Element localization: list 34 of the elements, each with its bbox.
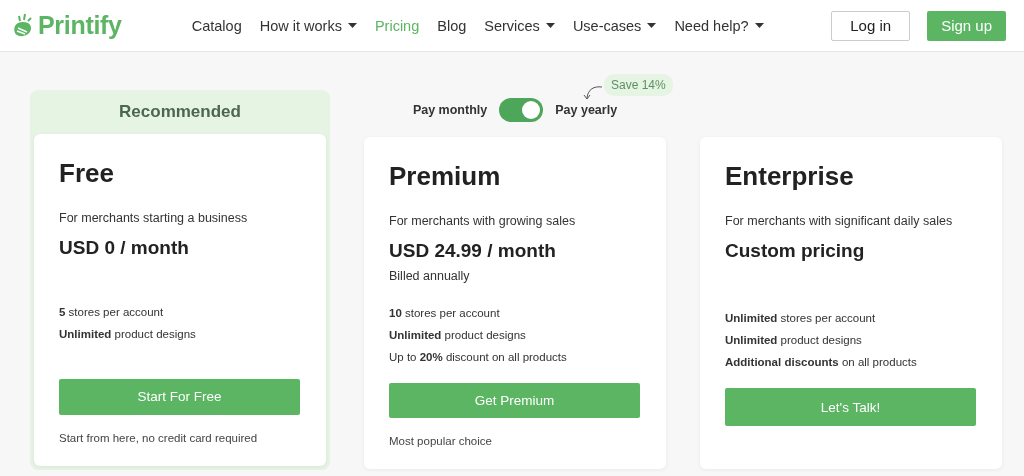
plan-description: For merchants with growing sales xyxy=(389,214,577,228)
plan-feature: Unlimited product designs xyxy=(389,328,527,341)
discount-badge: Save 14% xyxy=(604,74,673,96)
login-button[interactable]: Log in xyxy=(831,10,911,41)
plan-note: Most popular choice xyxy=(389,435,493,447)
plan-feature: Up to 20% discount on all products xyxy=(389,350,568,363)
plan-description: For merchants with significant daily sales xyxy=(725,214,954,228)
billing-note: Billed annually xyxy=(389,269,471,283)
recommended-label: Recommended xyxy=(118,101,242,123)
plan-name: Enterprise xyxy=(725,161,855,192)
plan-feature: Unlimited product designs xyxy=(725,334,863,346)
nav-link[interactable]: Services xyxy=(484,17,555,34)
nav-link[interactable]: Need help? xyxy=(674,17,764,34)
billing-option: Pay monthly xyxy=(412,103,488,117)
curved-arrow-icon xyxy=(582,84,604,102)
plan-name: Premium xyxy=(389,161,502,192)
plan-description: For merchants starting a business xyxy=(59,211,249,225)
plan-feature: 5 stores per account xyxy=(59,305,165,318)
nav-link[interactable]: How it works xyxy=(259,17,357,34)
billing-switch[interactable] xyxy=(499,98,544,122)
plan-name: Free xyxy=(59,158,115,189)
plan-feature: 10 stores per account xyxy=(389,306,501,319)
nav-link[interactable]: Use-cases xyxy=(572,17,657,34)
nav-link[interactable]: Catalog xyxy=(191,17,242,34)
nav-link[interactable]: Blog xyxy=(437,17,467,34)
plan-price: Custom pricing xyxy=(725,240,866,262)
plan-feature: Unlimited stores per account xyxy=(725,312,877,324)
plan-feature: Additional discounts on all products xyxy=(725,356,918,368)
logo-text: Printify xyxy=(38,11,122,40)
plan-feature: Unlimited product designs xyxy=(59,327,197,340)
billing-option: Pay yearly xyxy=(555,103,618,117)
plan-price: USD 0 / month xyxy=(59,237,190,259)
plan-note: Start from here, no credit card required xyxy=(59,432,259,444)
plan-price: USD 24.99 / month xyxy=(389,240,557,262)
